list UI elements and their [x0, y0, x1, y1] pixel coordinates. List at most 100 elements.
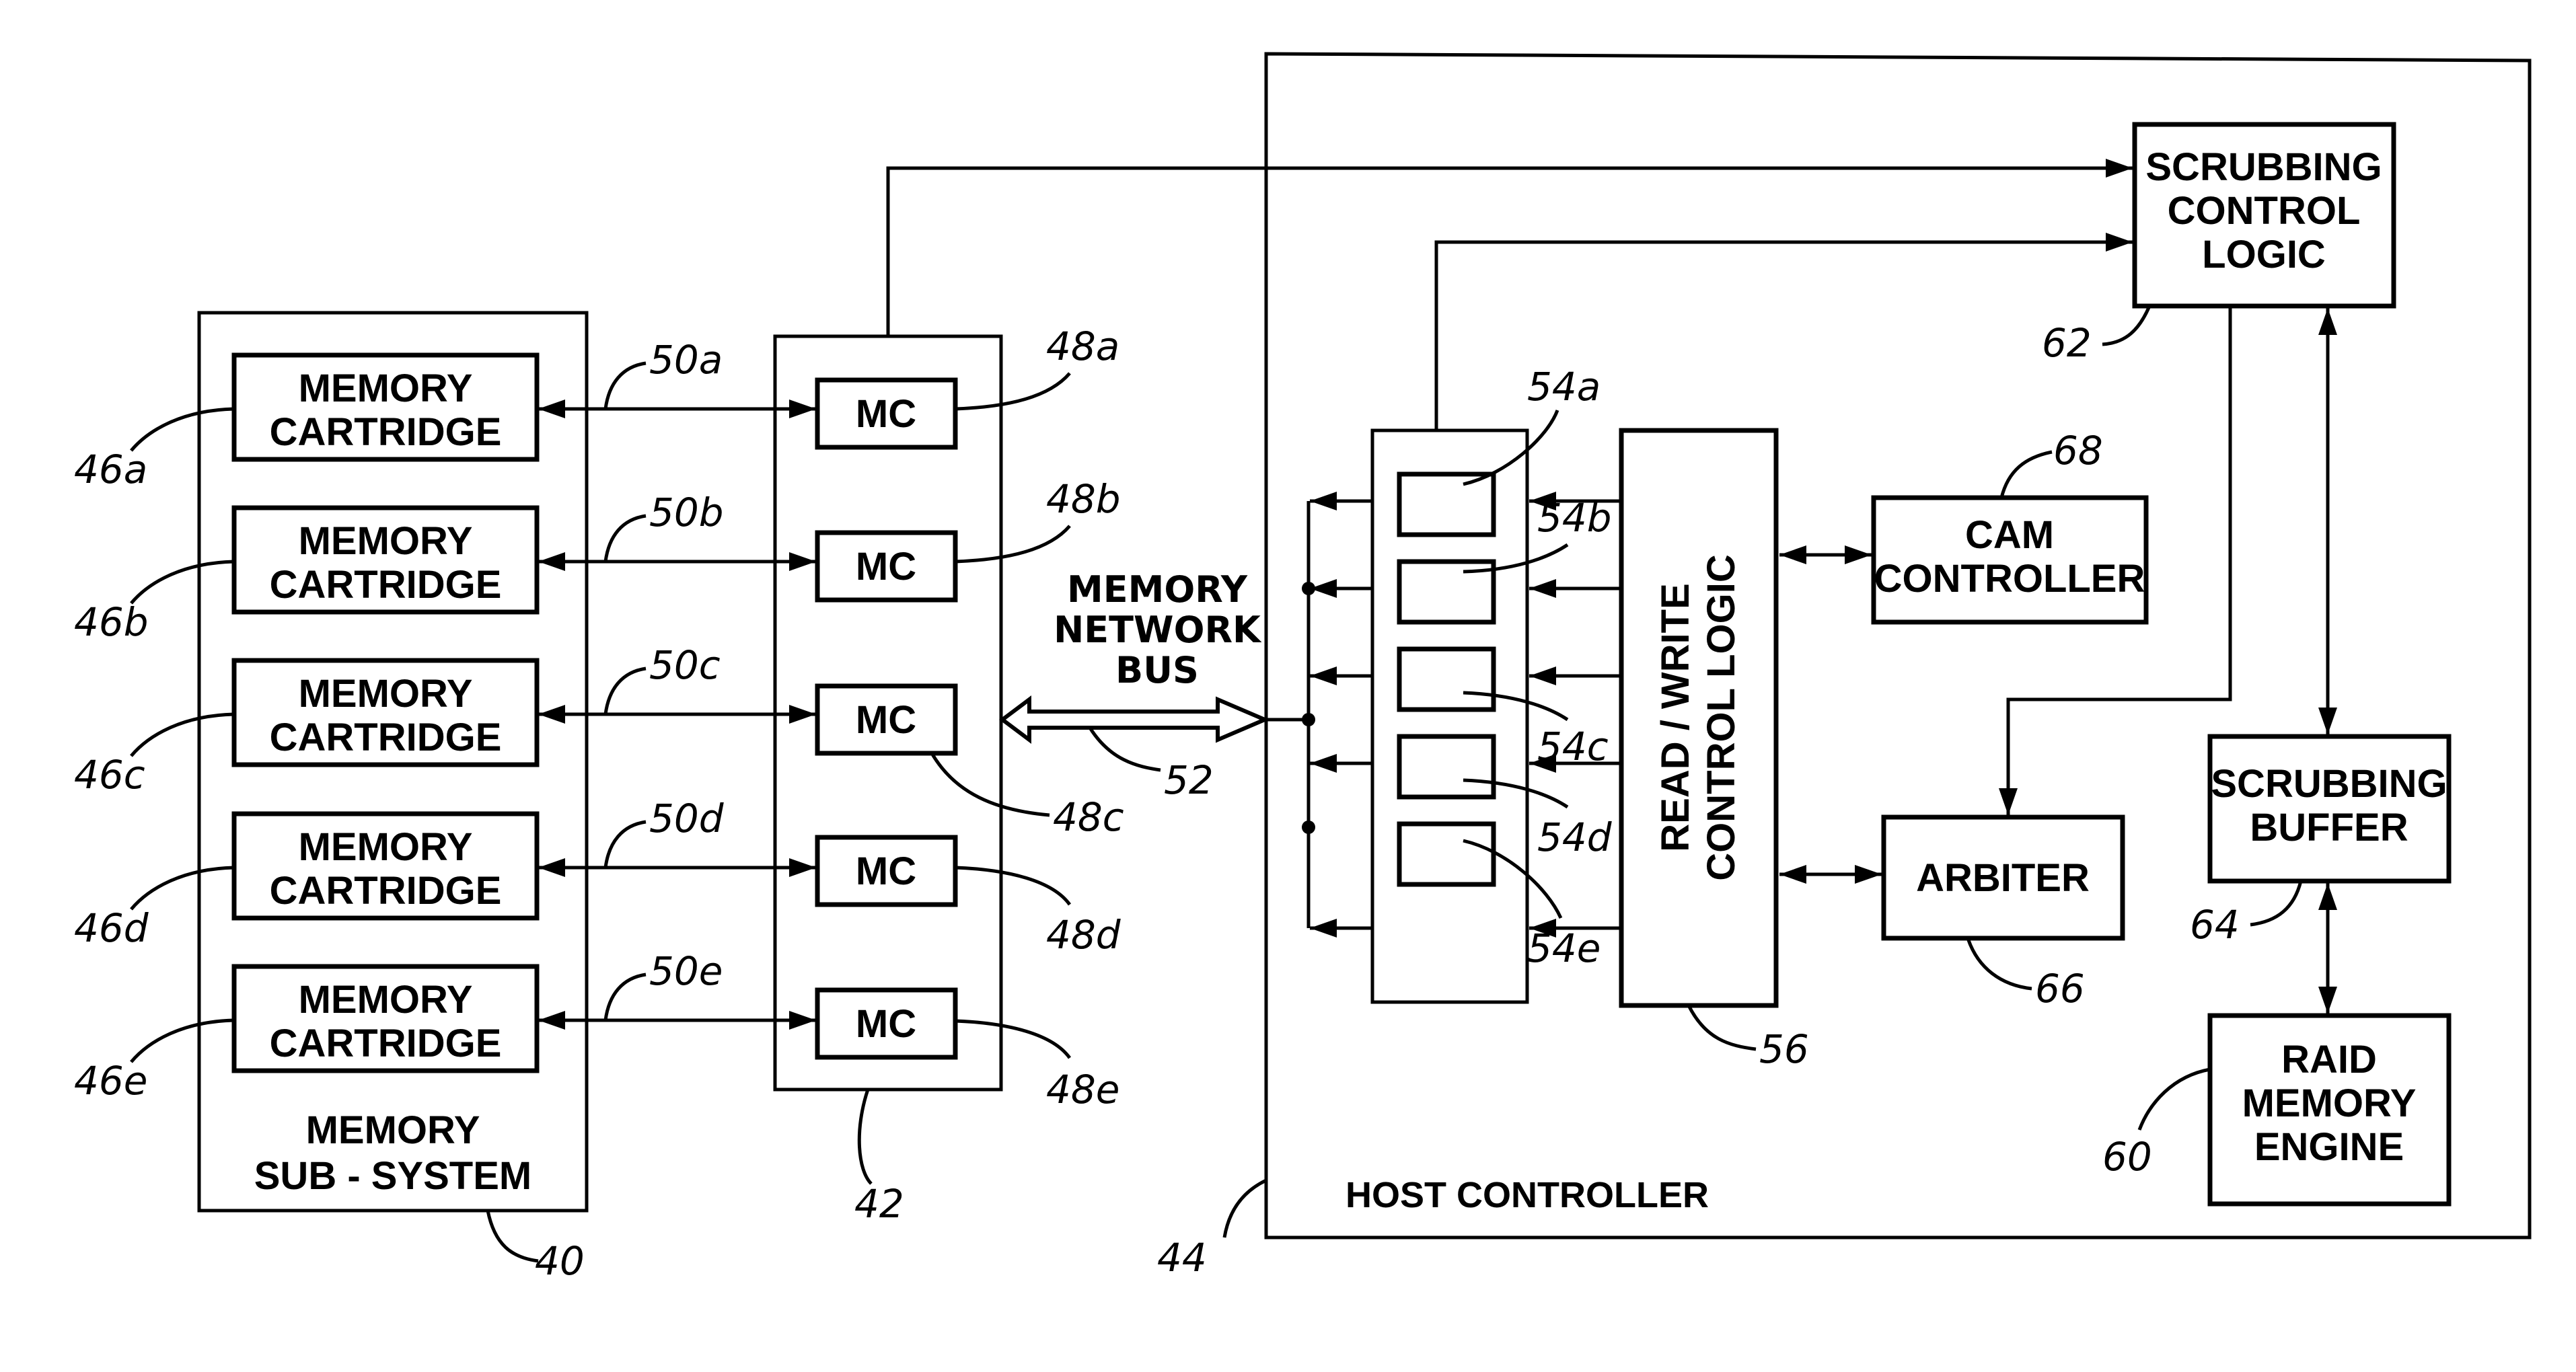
junction-dot	[1302, 582, 1315, 595]
ref-56: 56	[1759, 1026, 1809, 1072]
rw-label-2: CONTROL LOGIC	[1699, 554, 1743, 880]
rw-to-register-arrows	[1529, 492, 1621, 938]
memory-subsystem-label-2: SUB - SYSTEM	[254, 1154, 532, 1198]
cam-label-2: CONTROLLER	[1874, 557, 2145, 601]
ref-46c: 46c	[74, 752, 145, 798]
leader-46e	[130, 1018, 235, 1063]
register-output-taps	[1302, 492, 1372, 938]
cam-label-1: CAM	[1965, 513, 2054, 557]
cartridge-label: CARTRIDGE	[270, 410, 502, 454]
junction-dot	[1302, 713, 1315, 726]
mc-label: MC	[856, 545, 916, 588]
leader-46c	[130, 712, 235, 757]
mc-to-scrub-line	[886, 159, 2133, 336]
leader-46d	[130, 866, 235, 911]
cartridge-46c[interactable]: MEMORY CARTRIDGE	[231, 658, 540, 767]
ref-50d: 50d	[649, 796, 725, 841]
leader-50b	[603, 514, 647, 562]
ref-42: 42	[854, 1181, 904, 1227]
register-54a[interactable]	[1397, 471, 1496, 537]
leader-56	[1687, 1004, 1757, 1051]
leader-48a	[955, 372, 1071, 411]
mc-group: 42	[773, 334, 1003, 1227]
register-54e[interactable]	[1397, 821, 1496, 887]
leader-52	[1088, 726, 1161, 772]
leader-50d	[603, 820, 647, 868]
ref-40: 40	[535, 1238, 585, 1284]
cartridge-46e[interactable]: MEMORY CARTRIDGE	[231, 964, 540, 1073]
cartridge-46d[interactable]: MEMORY CARTRIDGE	[231, 811, 540, 921]
ref-48e: 48e	[1046, 1067, 1120, 1112]
leader-40	[486, 1210, 539, 1263]
leader-60	[2137, 1067, 2211, 1131]
block-diagram: MEMORY SUB - SYSTEM 40 MEMORY CARTRIDGE …	[74, 52, 2532, 1284]
ref-46a: 46a	[74, 447, 147, 492]
scrubbing-control-logic[interactable]: SCRUBBING CONTROL LOGIC	[2132, 122, 2396, 309]
cartridge-46a[interactable]: MEMORY CARTRIDGE	[231, 352, 540, 462]
ref-48d: 48d	[1046, 912, 1121, 958]
leader-46b	[130, 560, 235, 605]
mc-48b[interactable]: MC	[815, 530, 958, 603]
cartridge-46b[interactable]: MEMORY CARTRIDGE	[231, 505, 540, 615]
leader-68	[1999, 450, 2053, 498]
ref-62: 62	[2042, 320, 2092, 366]
leader-48b	[955, 525, 1071, 564]
register-bank	[1370, 428, 1529, 1004]
cartridge-label: MEMORY	[299, 825, 473, 869]
arbiter[interactable]: ARBITER	[1881, 814, 2125, 941]
ref-48c: 48c	[1053, 794, 1124, 840]
junction-dot	[1302, 821, 1315, 834]
register-54d[interactable]	[1397, 734, 1496, 800]
raid-label-1: RAID	[2281, 1038, 2377, 1081]
scrub-ctrl-label-2: CONTROL	[2168, 189, 2361, 233]
ref-50e: 50e	[649, 948, 723, 994]
raid-memory-engine[interactable]: RAID MEMORY ENGINE	[2207, 1013, 2452, 1207]
mc-48c[interactable]: MC	[815, 683, 958, 756]
ref-54a: 54a	[1527, 364, 1600, 410]
cartridge-refs: 46a 46b 46c 46d 46e	[74, 407, 235, 1104]
mc-label: MC	[856, 392, 916, 436]
bus-label-2: NETWORK	[1054, 609, 1262, 651]
scrub-ctrl-label-3: LOGIC	[2202, 233, 2326, 276]
memory-subsystem-label-1: MEMORY	[306, 1108, 480, 1152]
ref-48a: 48a	[1046, 323, 1119, 369]
mc-48a[interactable]: MC	[815, 377, 958, 450]
rw-control-logic[interactable]: READ / WRITE CONTROL LOGIC	[1619, 428, 1779, 1008]
scrub-buf-label-2: BUFFER	[2250, 806, 2408, 849]
ref-68: 68	[2053, 428, 2103, 473]
ref-54e: 54e	[1527, 925, 1601, 971]
leader-50a	[603, 361, 647, 410]
ref-44: 44	[1157, 1235, 1207, 1281]
leader-44	[1222, 1178, 1267, 1238]
cartridge-label: CARTRIDGE	[270, 563, 502, 607]
scrub-buf-label-1: SCRUBBING	[2211, 762, 2447, 806]
ref-54d: 54d	[1537, 814, 1613, 860]
leader-42	[857, 1089, 873, 1185]
memory-network-bus[interactable]: MEMORY NETWORK BUS 52	[999, 568, 1270, 803]
ref-60: 60	[2102, 1134, 2152, 1180]
raid-label-2: MEMORY	[2242, 1081, 2417, 1125]
mc-label: MC	[856, 1002, 916, 1046]
leader-48d	[955, 866, 1072, 906]
leader-48e	[955, 1019, 1072, 1059]
ref-66: 66	[2035, 966, 2085, 1012]
cartridge-label: MEMORY	[299, 367, 473, 410]
cam-controller[interactable]: CAM CONTROLLER	[1871, 495, 2149, 625]
bus-double-arrow	[999, 695, 1270, 744]
arbiter-label: ARBITER	[1916, 856, 2090, 900]
scrubbing-buffer[interactable]: SCRUBBING BUFFER	[2207, 734, 2452, 884]
bus-label-1: MEMORY	[1067, 568, 1248, 611]
mc-48d[interactable]: MC	[815, 835, 958, 907]
mc-label: MC	[856, 849, 916, 893]
leader-46a	[130, 407, 235, 452]
ref-64: 64	[2190, 902, 2240, 948]
raid-label-3: ENGINE	[2254, 1125, 2404, 1169]
leader-62	[2102, 305, 2151, 346]
cartridge-label: MEMORY	[299, 978, 473, 1022]
host-controller-label: HOST CONTROLLER	[1346, 1175, 1709, 1215]
ref-48b: 48b	[1046, 476, 1121, 522]
mc-48e[interactable]: MC	[815, 987, 958, 1060]
cartridge-label: CARTRIDGE	[270, 716, 502, 759]
ref-46d: 46d	[74, 905, 149, 951]
register-54c[interactable]	[1397, 646, 1496, 712]
